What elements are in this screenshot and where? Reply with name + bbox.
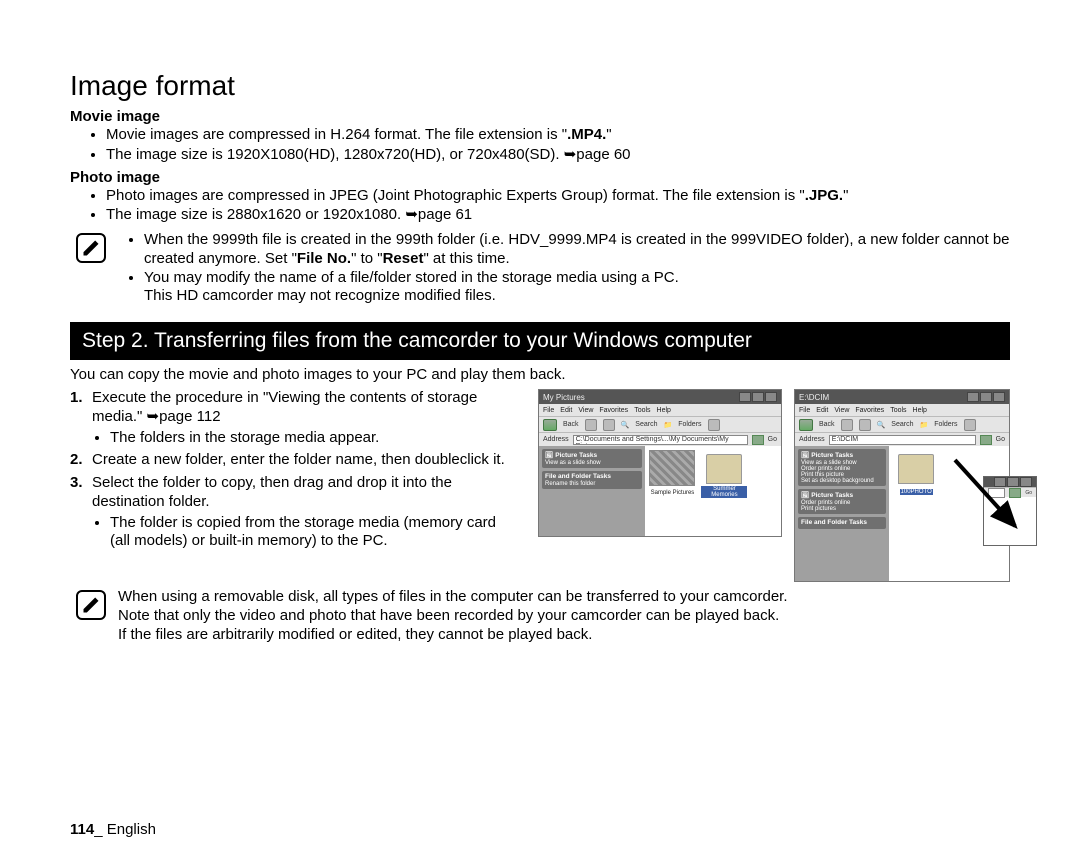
window-controls-icon	[739, 392, 777, 402]
figB-addressbar: Address E:\DCIM Go	[795, 432, 1009, 446]
step-1: 1. Execute the procedure in "Viewing the…	[70, 389, 520, 447]
views-icon	[964, 419, 976, 431]
note2-l2: Note that only the video and photo that …	[118, 607, 788, 626]
page-title: Image format	[70, 70, 1010, 102]
go-icon	[752, 435, 764, 445]
go-icon	[1009, 488, 1021, 498]
window-controls-icon	[967, 392, 1005, 402]
go-icon	[980, 435, 992, 445]
movie-heading: Movie image	[70, 108, 1010, 125]
figA-thumb-summer: Summer Memories	[701, 450, 747, 498]
movie-b2: The image size is 1920X1080(HD), 1280x72…	[106, 146, 1010, 165]
figA-titlebar: My Pictures	[539, 390, 781, 404]
figB-ext-window: Go	[983, 476, 1037, 546]
figB-sidepanel: 🖼Picture Tasks View as a slide show Orde…	[795, 446, 889, 581]
steps-list: 1. Execute the procedure in "Viewing the…	[70, 389, 520, 551]
step-3: 3. Select the folder to copy, then drag …	[70, 474, 520, 551]
photo-b1: Photo images are compressed in JPEG (Joi…	[106, 187, 1010, 206]
screenshots: My Pictures File Edit View Favorites Too…	[538, 389, 1010, 582]
picture-icon: 🖼	[801, 451, 809, 459]
figA-toolbar: Back 🔍Search 📁Folders	[539, 416, 781, 432]
figB-thumb-100photo: 100PHOTO	[893, 450, 939, 495]
note2-l1: When using a removable disk, all types o…	[118, 588, 788, 607]
figB-picture-tasks: 🖼Picture Tasks View as a slide show Orde…	[798, 449, 886, 486]
step2-heading: Step 2. Transferring files from the camc…	[70, 322, 1010, 360]
note2-l3: If the files are arbitrarily modified or…	[118, 626, 788, 645]
back-icon	[543, 419, 557, 431]
figA-thumb-sample: Sample Pictures	[649, 450, 695, 496]
note1-l1: When the 9999th file is created in the 9…	[144, 231, 1010, 269]
page-footer: 114_ English	[70, 821, 156, 838]
movie-b1: Movie images are compressed in H.264 for…	[106, 126, 1010, 145]
pencil-note-icon	[76, 233, 106, 263]
step-2: 2. Create a new folder, enter the folder…	[70, 451, 520, 470]
picture-icon: 🖼	[801, 491, 809, 499]
movie-bullets: Movie images are compressed in H.264 for…	[70, 126, 1010, 165]
step-3-sub: The folder is copied from the storage me…	[110, 514, 520, 552]
figB-file-tasks: File and Folder Tasks	[798, 517, 886, 529]
window-controls-icon	[994, 477, 1032, 487]
note2: When using a removable disk, all types o…	[70, 588, 1010, 644]
intro-text: You can copy the movie and photo images …	[70, 366, 1010, 383]
photo-b2: The image size is 2880x1620 or 1920x1080…	[106, 206, 1010, 225]
figure-my-pictures: My Pictures File Edit View Favorites Too…	[538, 389, 782, 537]
pencil-note-icon	[76, 590, 106, 620]
folder-icon	[898, 454, 934, 484]
figure-dcim: E:\DCIM File Edit View Favorites Tools H…	[794, 389, 1010, 582]
figA-content: Sample Pictures Summer Memories	[645, 446, 781, 536]
figB-toolbar: Back 🔍Search 📁Folders	[795, 416, 1009, 432]
figB-titlebar: E:\DCIM	[795, 390, 1009, 404]
back-icon	[799, 419, 813, 431]
forward-icon	[585, 419, 597, 431]
note1-l2: You may modify the name of a file/folder…	[144, 269, 1010, 307]
figA-picture-tasks: 🖼Picture Tasks View as a slide show	[542, 449, 642, 468]
forward-icon	[841, 419, 853, 431]
folder-icon	[706, 454, 742, 484]
figA-file-tasks: File and Folder Tasks Rename this folder	[542, 471, 642, 489]
step-1-sub: The folders in the storage media appear.	[110, 429, 520, 448]
figA-addressbar: Address C:\Documents and Settings\...\My…	[539, 432, 781, 446]
photo-heading: Photo image	[70, 169, 1010, 186]
up-icon	[603, 419, 615, 431]
figB-picture-tasks2: 🖼Picture Tasks Order prints online Print…	[798, 489, 886, 514]
figB-menubar: File Edit View Favorites Tools Help	[795, 404, 1009, 416]
photo-bullets: Photo images are compressed in JPEG (Joi…	[70, 187, 1010, 226]
up-icon	[859, 419, 871, 431]
figA-menubar: File Edit View Favorites Tools Help	[539, 404, 781, 416]
figA-sidepanel: 🖼Picture Tasks View as a slide show File…	[539, 446, 645, 536]
picture-icon: 🖼	[545, 451, 553, 459]
views-icon	[708, 419, 720, 431]
note1: When the 9999th file is created in the 9…	[70, 231, 1010, 306]
